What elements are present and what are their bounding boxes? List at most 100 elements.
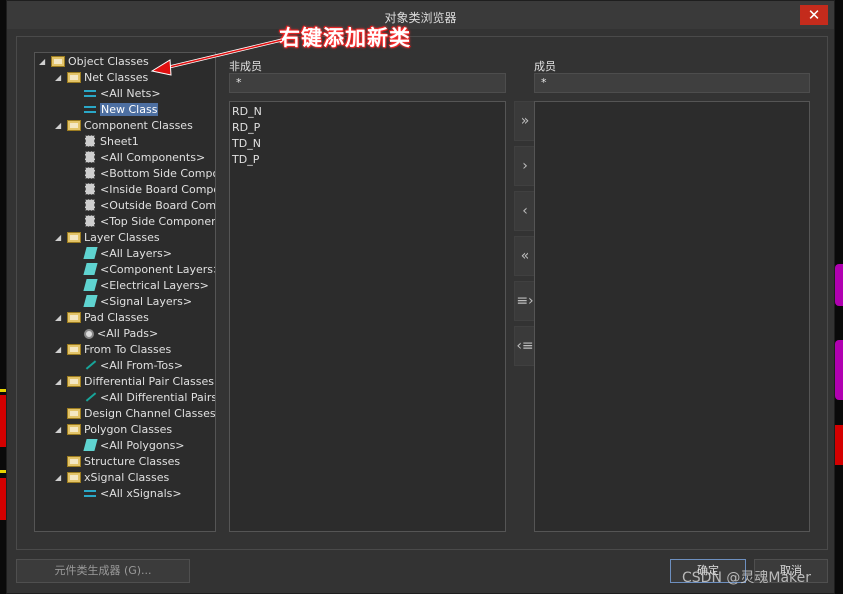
expand-toggle-icon[interactable]: ◢ bbox=[39, 54, 51, 70]
layer-icon bbox=[83, 247, 98, 259]
tree-item[interactable]: <Component Layers> bbox=[71, 262, 215, 278]
tree-item[interactable]: New Class bbox=[71, 102, 159, 118]
component-classes-folder-icon bbox=[67, 120, 81, 131]
tree-item[interactable]: <Inside Board Components> bbox=[71, 182, 215, 198]
background-pcb-right bbox=[835, 0, 843, 594]
tree-item-label: Polygon Classes bbox=[84, 423, 173, 436]
tree-item-label: <Bottom Side Components> bbox=[100, 167, 216, 180]
tree-item-label: <All Nets> bbox=[100, 87, 161, 100]
tree-item[interactable]: <All From-Tos> bbox=[71, 358, 183, 374]
component-icon bbox=[85, 151, 95, 163]
tree-item[interactable]: <All Pads> bbox=[71, 326, 158, 342]
tree-item[interactable]: Design Channel Classes bbox=[55, 406, 215, 422]
expand-toggle-icon[interactable]: ◢ bbox=[55, 70, 67, 86]
tree-item-label: <All Pads> bbox=[97, 327, 159, 340]
tree-item[interactable]: ◢ Net Classes bbox=[55, 70, 148, 86]
members-label: 成员 bbox=[534, 60, 556, 73]
members-filter-input[interactable]: * bbox=[534, 73, 810, 93]
tree-item-label: <Inside Board Components> bbox=[100, 183, 215, 196]
list-item[interactable]: TD_N bbox=[232, 137, 261, 150]
tree-item-label: <Signal Layers> bbox=[100, 295, 193, 308]
move-selected-left-button[interactable]: ‹≡ bbox=[514, 326, 536, 366]
tree-item-label: Layer Classes bbox=[84, 231, 160, 244]
tree-item[interactable]: <Electrical Layers> bbox=[71, 278, 209, 294]
object-classes-folder-icon bbox=[51, 56, 65, 67]
tree-item[interactable]: <All Components> bbox=[71, 150, 205, 166]
tree-item-label: Pad Classes bbox=[84, 311, 149, 324]
expand-toggle-icon[interactable]: ◢ bbox=[55, 230, 67, 246]
pad-classes-folder-icon bbox=[67, 312, 81, 323]
move-all-left-button[interactable]: « bbox=[514, 236, 536, 276]
tree-item[interactable]: <All Polygons> bbox=[71, 438, 185, 454]
list-item[interactable]: RD_P bbox=[232, 121, 260, 134]
net-icon bbox=[83, 103, 97, 115]
differential-pair-classes-folder-icon bbox=[67, 376, 81, 387]
expand-toggle-icon[interactable]: ◢ bbox=[55, 310, 67, 326]
layer-icon bbox=[83, 279, 98, 291]
tree-item-label: <Electrical Layers> bbox=[100, 279, 209, 292]
close-button[interactable]: ✕ bbox=[800, 5, 828, 25]
component-icon bbox=[85, 215, 95, 227]
component-icon bbox=[85, 135, 95, 147]
tree-item-label: <All Differential Pairs> bbox=[100, 391, 216, 404]
tree-item-label: Differential Pair Classes bbox=[84, 375, 214, 388]
non-members-list[interactable]: RD_N RD_P TD_N TD_P bbox=[229, 101, 506, 532]
component-icon bbox=[85, 199, 95, 211]
component-icon bbox=[85, 167, 95, 179]
pcb-pad bbox=[835, 340, 843, 400]
expand-toggle-icon[interactable]: ◢ bbox=[55, 470, 67, 486]
title-bar[interactable]: 对象类浏览器 ✕ bbox=[7, 1, 834, 29]
list-item[interactable]: TD_P bbox=[232, 153, 259, 166]
list-item[interactable]: RD_N bbox=[232, 105, 262, 118]
non-members-label: 非成员 bbox=[229, 60, 262, 73]
expand-toggle-icon[interactable]: ◢ bbox=[55, 374, 67, 390]
tree-item-label: <All xSignals> bbox=[100, 487, 182, 500]
tree-item[interactable]: ◢ Layer Classes bbox=[55, 230, 160, 246]
from-to-classes-folder-icon bbox=[67, 344, 81, 355]
move-left-button[interactable]: ‹ bbox=[514, 191, 536, 231]
tree-item[interactable]: ◢ Component Classes bbox=[55, 118, 193, 134]
tree-item[interactable]: <Bottom Side Components> bbox=[71, 166, 216, 182]
class-tree[interactable]: ◢ Object Classes ◢ Net Classes <All Nets> New… bbox=[34, 52, 216, 532]
tree-item-label: <All Layers> bbox=[100, 247, 172, 260]
move-selected-right-button[interactable]: ≡› bbox=[514, 281, 536, 321]
tree-item-label: Net Classes bbox=[84, 71, 149, 84]
net-icon bbox=[83, 87, 97, 99]
xsignal-classes-folder-icon bbox=[67, 472, 81, 483]
tree-item[interactable]: <All xSignals> bbox=[71, 486, 182, 502]
tree-item[interactable]: <Top Side Components> bbox=[71, 214, 215, 230]
pad-icon bbox=[84, 329, 94, 339]
design-channel-classes-folder-icon bbox=[67, 408, 81, 419]
watermark: CSDN @灵魂Maker bbox=[682, 570, 812, 586]
tree-item[interactable]: Structure Classes bbox=[55, 454, 180, 470]
tree-item[interactable]: ◢ Polygon Classes bbox=[55, 422, 172, 438]
layer-icon bbox=[83, 263, 98, 275]
tree-item[interactable]: Sheet1 bbox=[71, 134, 139, 150]
move-all-right-button[interactable]: » bbox=[514, 101, 536, 141]
polygon-classes-folder-icon bbox=[67, 424, 81, 435]
from-to-icon bbox=[83, 391, 97, 403]
tree-item[interactable]: <All Nets> bbox=[71, 86, 161, 102]
tree-item[interactable]: <Outside Board Components> bbox=[71, 198, 216, 214]
move-right-button[interactable]: › bbox=[514, 146, 536, 186]
tree-item[interactable]: <All Layers> bbox=[71, 246, 172, 262]
tree-item-label: From To Classes bbox=[84, 343, 172, 356]
non-members-filter-input[interactable]: * bbox=[229, 73, 506, 93]
expand-toggle-icon[interactable]: ◢ bbox=[55, 342, 67, 358]
tree-item[interactable]: ◢ Object Classes bbox=[39, 54, 149, 70]
tree-item-label: <Top Side Components> bbox=[100, 215, 215, 228]
net-classes-folder-icon bbox=[67, 72, 81, 83]
tree-item-label: <Outside Board Components> bbox=[100, 199, 216, 212]
expand-toggle-icon[interactable]: ◢ bbox=[55, 118, 67, 134]
tree-item[interactable]: ◢ xSignal Classes bbox=[55, 470, 169, 486]
members-list[interactable] bbox=[534, 101, 810, 532]
tree-item[interactable]: ◢ From To Classes bbox=[55, 342, 171, 358]
tree-item[interactable]: <All Differential Pairs> bbox=[71, 390, 216, 406]
class-generator-button[interactable]: 元件类生成器 (G)... bbox=[16, 559, 190, 583]
net-icon bbox=[83, 487, 97, 499]
tree-item[interactable]: ◢ Differential Pair Classes bbox=[55, 374, 214, 390]
tree-item[interactable]: ◢ Pad Classes bbox=[55, 310, 149, 326]
tree-item[interactable]: <Signal Layers> bbox=[71, 294, 192, 310]
tree-item-label: <All From-Tos> bbox=[100, 359, 184, 372]
expand-toggle-icon[interactable]: ◢ bbox=[55, 422, 67, 438]
